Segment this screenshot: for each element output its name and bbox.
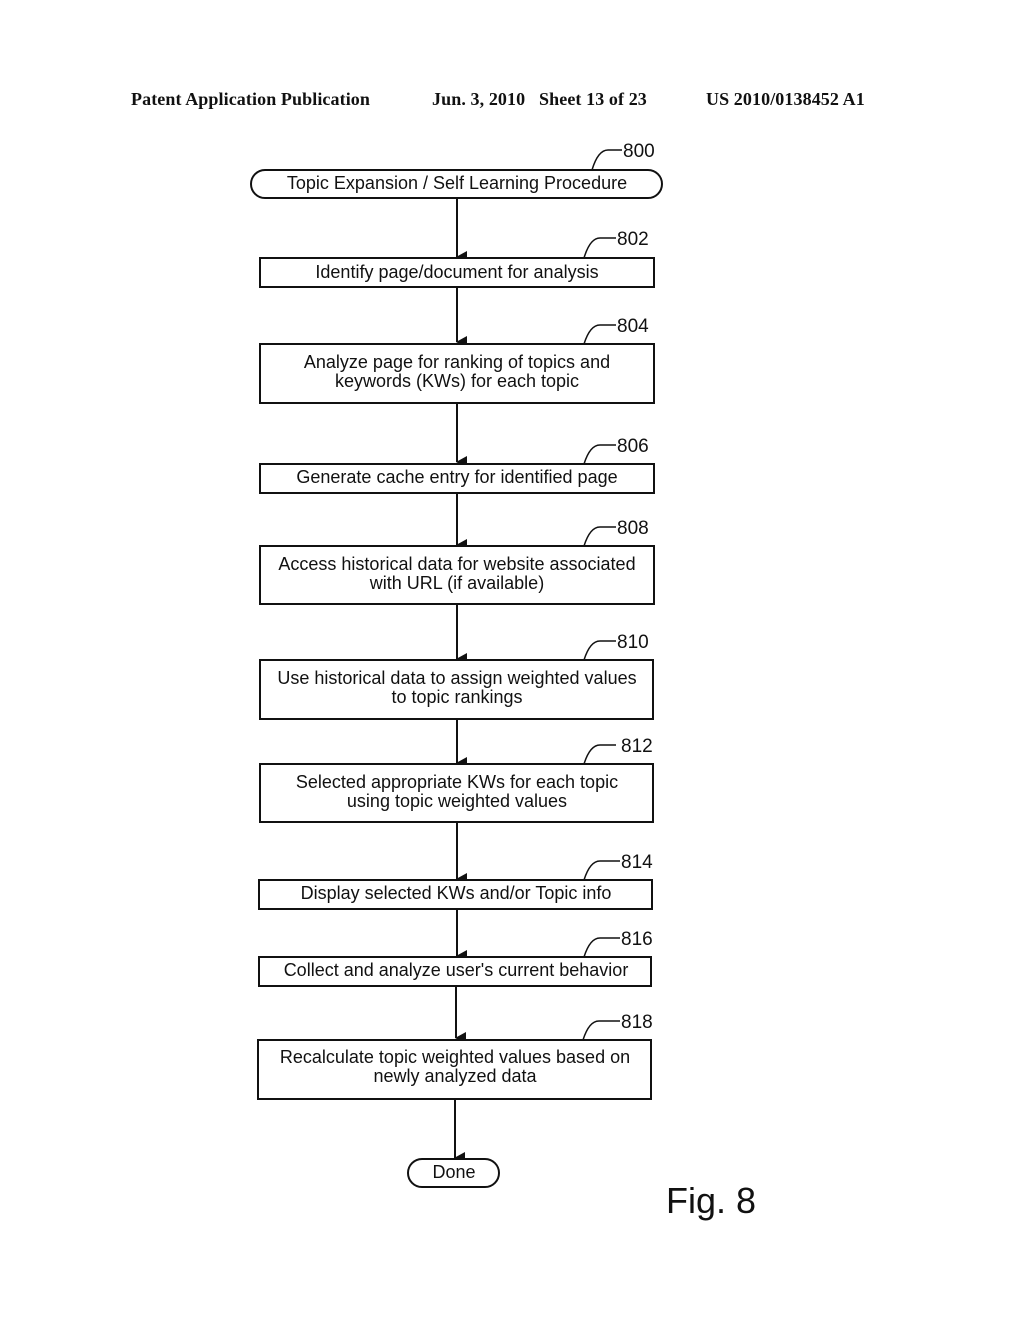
step-text-line: Recalculate topic weighted values based …	[280, 1047, 630, 1067]
ref-leader-818	[582, 1020, 620, 1041]
ref-number-802: 802	[617, 229, 649, 250]
step-text-line: Generate cache entry for identified page	[296, 467, 617, 487]
ref-leader-802	[583, 237, 616, 259]
ref-number-818: 818	[621, 1012, 653, 1033]
start-terminator-label: Topic Expansion / Self Learning Procedur…	[287, 173, 627, 193]
step-text-line: Display selected KWs and/or Topic info	[301, 883, 612, 903]
ref-number-810: 810	[617, 632, 649, 653]
step-text-line: keywords (KWs) for each topic	[335, 371, 579, 391]
ref-number-806: 806	[617, 436, 649, 457]
step-text-line: with URL (if available)	[369, 573, 544, 593]
step-text-line: newly analyzed data	[373, 1066, 537, 1086]
ref-number-814: 814	[621, 852, 653, 873]
end-terminator: Done	[407, 1158, 500, 1188]
step-text-line: Identify page/document for analysis	[315, 262, 598, 282]
ref-leader-800	[591, 149, 622, 171]
ref-leader-808	[583, 526, 616, 547]
ref-number-808: 808	[617, 518, 649, 539]
step-text-line: Analyze page for ranking of topics and	[304, 352, 610, 372]
ref-leader-810	[583, 640, 616, 661]
ref-number-816: 816	[621, 929, 653, 950]
ref-leader-806	[583, 444, 616, 465]
ref-number-812: 812	[621, 736, 653, 757]
step-816: Collect and analyze user's current behav…	[258, 929, 653, 987]
step-text-line: to topic rankings	[391, 687, 522, 707]
ref-number-800: 800	[623, 141, 655, 162]
figure-label: Fig. 8	[666, 1180, 756, 1221]
step-text-line: Collect and analyze user's current behav…	[284, 960, 629, 980]
ref-leader-812	[583, 744, 616, 765]
start-terminator: Topic Expansion / Self Learning Procedur…	[250, 141, 663, 199]
step-text-line: using topic weighted values	[347, 791, 567, 811]
step-text-line: Access historical data for website assoc…	[278, 554, 635, 574]
ref-leader-804	[583, 324, 616, 345]
step-text-line: Selected appropriate KWs for each topic	[296, 772, 618, 792]
step-text-line: Use historical data to assign weighted v…	[277, 668, 636, 688]
ref-leader-816	[583, 937, 620, 958]
flowchart: Topic Expansion / Self Learning Procedur…	[250, 141, 756, 1221]
end-terminator-label: Done	[432, 1162, 475, 1182]
ref-number-804: 804	[617, 316, 649, 337]
ref-leader-814	[583, 860, 620, 881]
